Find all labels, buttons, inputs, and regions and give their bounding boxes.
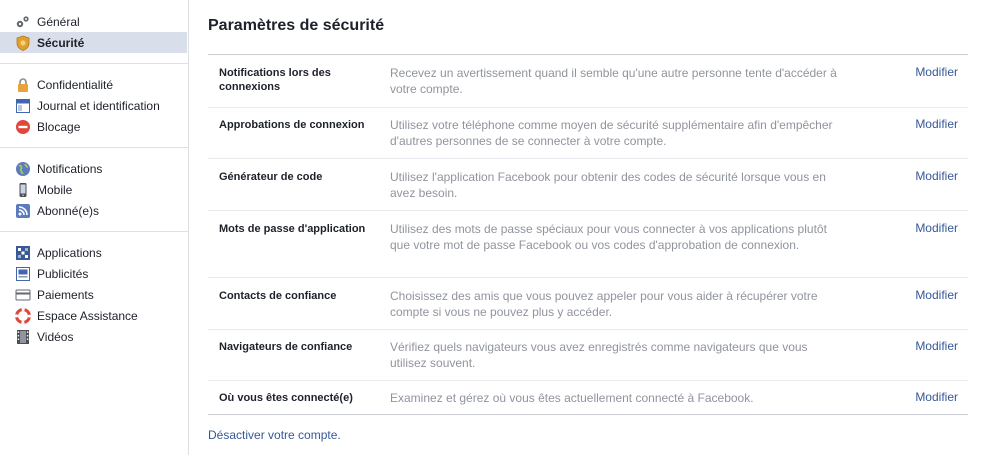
sidebar-item-timeline[interactable]: Journal et identification (0, 95, 188, 116)
setting-description: Utilisez votre téléphone comme moyen de … (390, 118, 833, 148)
sidebar-item-gears[interactable]: Général (0, 11, 188, 32)
sidebar-item-label: Confidentialité (37, 77, 114, 92)
settings-row[interactable]: Notifications lors des connexions Recevez… (208, 55, 968, 107)
sidebar-item-ads[interactable]: Publicités (0, 263, 188, 284)
setting-description: Examinez et gérez où vous êtes actuellem… (390, 391, 754, 405)
card-icon (15, 287, 31, 303)
setting-description: Utilisez des mots de passe spéciaux pour… (390, 222, 827, 252)
sidebar-item-label: Journal et identification (37, 98, 160, 113)
edit-link[interactable]: Modifier (915, 390, 958, 404)
sidebar-item-lifebuoy[interactable]: Espace Assistance (0, 305, 188, 326)
sidebar-item-film[interactable]: Vidéos (0, 326, 188, 347)
sidebar-divider (0, 63, 188, 64)
setting-description: Utilisez l'application Facebook pour obt… (390, 170, 826, 200)
globe-icon (15, 161, 31, 177)
setting-name: Générateur de code (219, 171, 323, 183)
lifebuoy-icon (15, 307, 31, 324)
edit-link[interactable]: Modifier (915, 288, 958, 302)
sidebar-item-label: Espace Assistance (37, 308, 138, 323)
security-badge-icon (15, 35, 31, 51)
edit-link[interactable]: Modifier (915, 117, 958, 131)
sidebar-item-mobile[interactable]: Mobile (0, 179, 188, 200)
sidebar-divider (0, 231, 188, 232)
setting-name: Mots de passe d'application (219, 223, 366, 235)
setting-description: Choisissez des amis que vous pouvez appe… (390, 289, 818, 319)
sidebar-divider (0, 147, 188, 148)
settings-row[interactable]: Où vous êtes connecté(e) Examinez et gére… (208, 380, 968, 414)
sidebar-item-lock[interactable]: Confidentialité (0, 74, 188, 95)
setting-name: Approbations de connexion (219, 119, 365, 131)
setting-name: Contacts de confiance (219, 290, 337, 302)
lock-icon (15, 77, 31, 93)
edit-link[interactable]: Modifier (915, 221, 958, 235)
settings-row[interactable]: Contacts de confiance Choisissez des amis… (208, 277, 968, 329)
settings-row[interactable]: Navigateurs de confiance Vérifiez quels n… (208, 329, 968, 380)
settings-row[interactable]: Approbations de connexion Utilisez votre … (208, 107, 968, 158)
sidebar-item-rss[interactable]: Abonné(e)s (0, 200, 188, 221)
mobile-icon (15, 182, 31, 198)
sidebar-item-label: Applications (37, 245, 102, 260)
apps-icon (15, 245, 31, 261)
timeline-icon (15, 98, 31, 114)
block-icon (15, 119, 31, 135)
sidebar-item-label: Notifications (37, 161, 103, 176)
security-settings-list: Notifications lors des connexions Recevez… (208, 54, 968, 415)
gears-icon (15, 14, 31, 30)
settings-sidebar: Général Sécurité Confidentialité Journal et… (0, 0, 189, 455)
sidebar-item-label: Général (37, 14, 80, 29)
edit-link[interactable]: Modifier (915, 339, 958, 353)
sidebar-item-label: Abonné(e)s (37, 203, 100, 218)
sidebar-item-apps[interactable]: Applications (0, 242, 188, 263)
sidebar-item-label: Publicités (37, 266, 89, 281)
setting-name: Notifications lors des connexions (219, 67, 331, 93)
sidebar-item-security-badge[interactable]: Sécurité (0, 32, 187, 53)
setting-description: Vérifiez quels navigateurs vous avez enr… (390, 340, 808, 370)
sidebar-item-label: Vidéos (37, 329, 74, 344)
setting-name: Où vous êtes connecté(e) (219, 392, 353, 404)
ads-icon (15, 266, 31, 282)
sidebar-item-label: Sécurité (37, 35, 85, 50)
settings-row[interactable]: Mots de passe d'application Utilisez des … (208, 210, 968, 277)
sidebar-item-label: Blocage (37, 119, 81, 134)
edit-link[interactable]: Modifier (915, 169, 958, 183)
rss-icon (15, 203, 31, 219)
sidebar-item-label: Paiements (37, 287, 94, 302)
sidebar-item-block[interactable]: Blocage (0, 116, 188, 137)
sidebar-item-card[interactable]: Paiements (0, 284, 188, 305)
deactivate-account-link[interactable]: Désactiver votre compte. (208, 428, 341, 442)
setting-name: Navigateurs de confiance (219, 341, 353, 353)
page-title: Paramètres de sécurité (208, 17, 385, 34)
settings-row[interactable]: Générateur de code Utilisez l'application… (208, 158, 968, 210)
sidebar-item-label: Mobile (37, 182, 73, 197)
setting-description: Recevez un avertissement quand il semble… (390, 66, 837, 96)
sidebar-item-globe[interactable]: Notifications (0, 158, 188, 179)
edit-link[interactable]: Modifier (915, 65, 958, 79)
film-icon (15, 329, 31, 345)
